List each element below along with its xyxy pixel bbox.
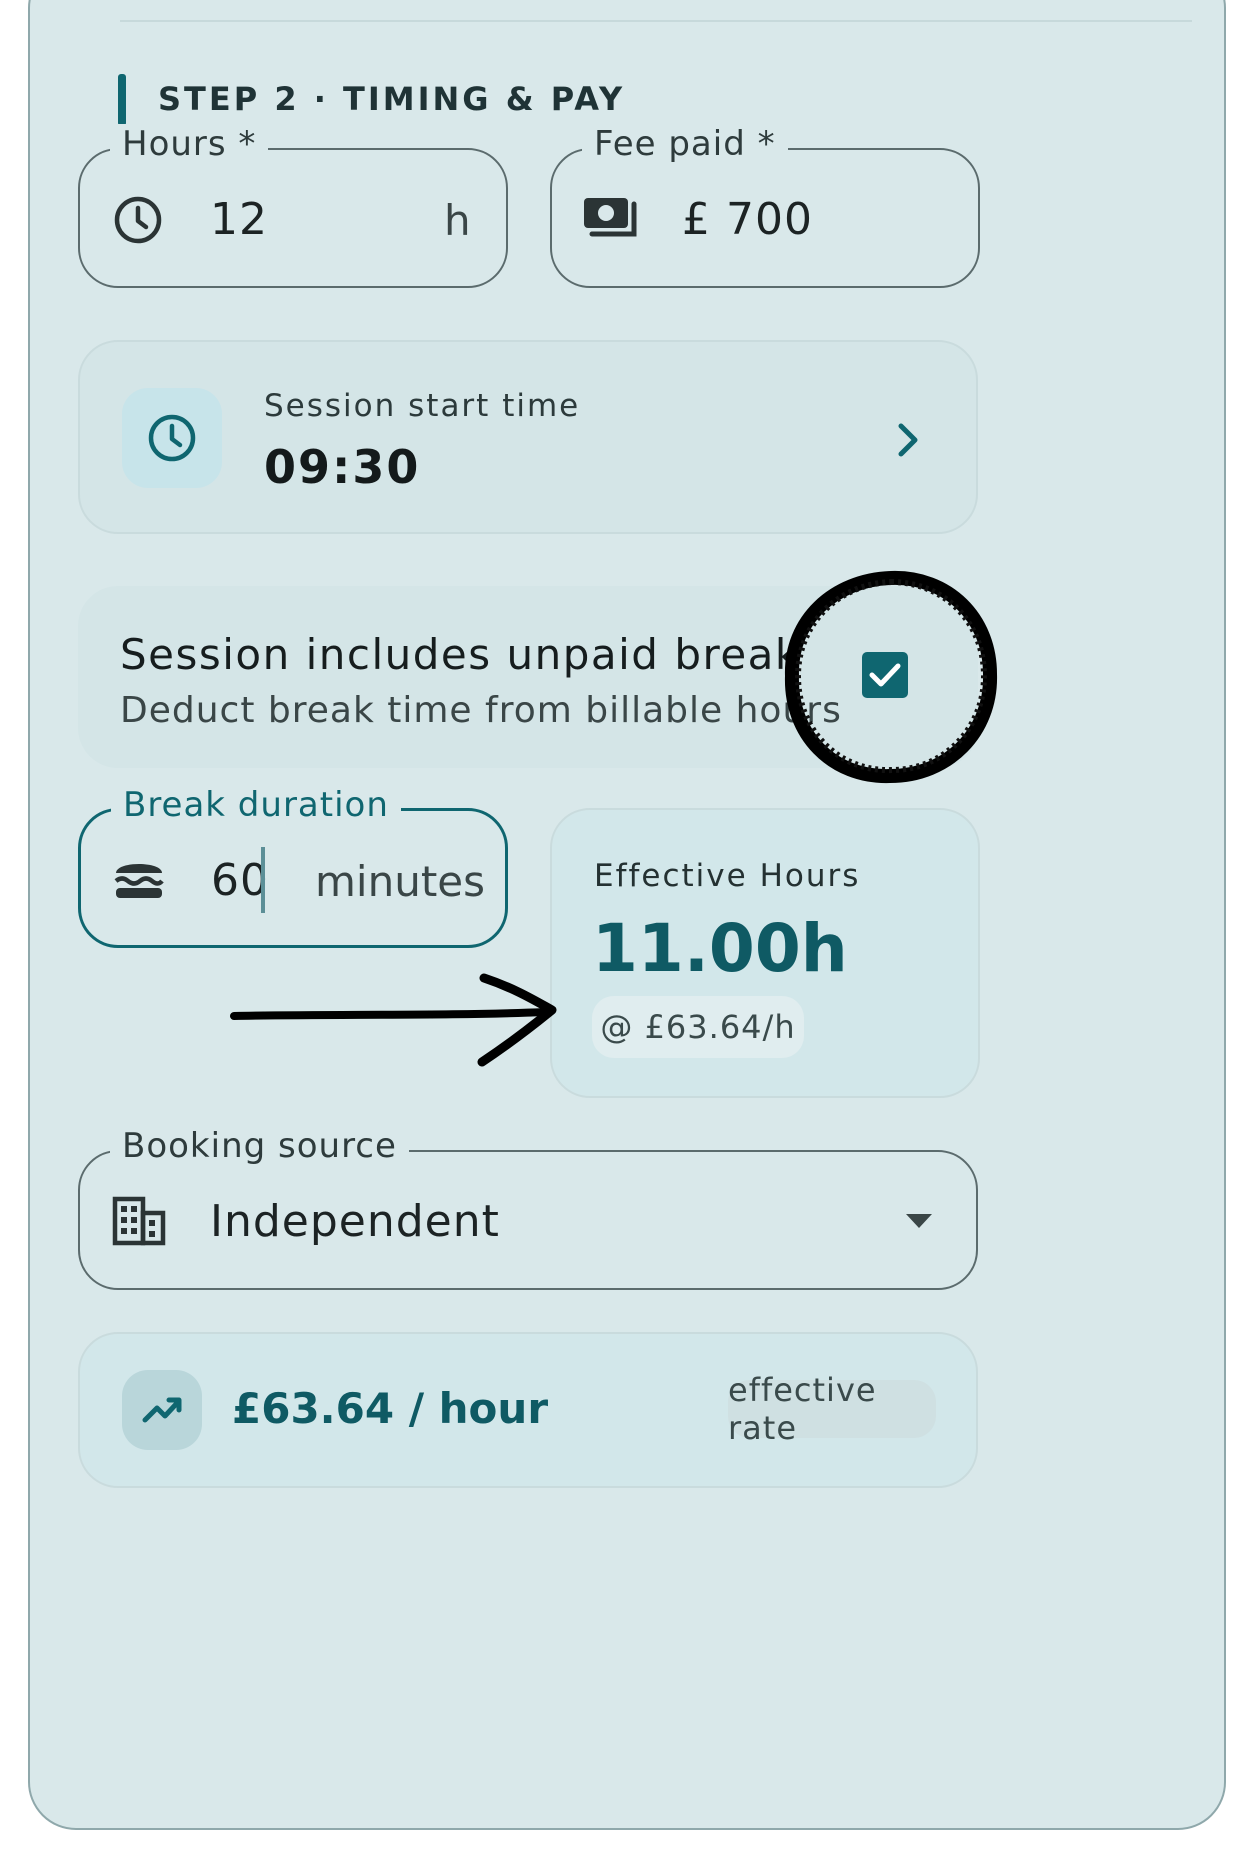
session-start-label: Session start time [264,388,581,424]
break-duration-label: Break duration [111,785,401,825]
text-cursor [261,847,265,913]
session-start-row[interactable]: Session start time 09:30 [78,340,978,534]
hours-label: Hours * [110,124,269,164]
break-duration-suffix: minutes [315,857,486,906]
booking-source-select[interactable]: Booking source Independent [78,1126,978,1290]
rate-summary-chip: effective rate [728,1371,936,1447]
rate-icon-tile [122,1370,202,1450]
divider [120,20,1192,22]
hours-input[interactable]: 12 [210,194,268,245]
booking-source-value: Independent [210,1196,500,1247]
rate-summary-value: £63.64 / hour [232,1384,549,1433]
session-start-value: 09:30 [264,440,421,494]
clock-icon [146,412,198,468]
effective-rate-chip: @ £63.64/h [592,996,804,1058]
step-title: STEP 2 · TIMING & PAY [158,80,626,118]
fee-input[interactable]: £ 700 [682,194,813,245]
money-icon [582,196,640,246]
form-card: STEP 2 · TIMING & PAY Hours * 12 h Fee p… [28,0,1226,1830]
clock-icon [112,194,164,250]
unpaid-break-title: Session includes unpaid break [120,630,801,679]
hours-field[interactable]: Hours * 12 h [78,124,508,288]
trending-up-icon [142,1392,182,1430]
unpaid-break-subtitle: Deduct break time from billable hours [120,690,842,731]
building-icon [112,1196,166,1250]
session-start-icon-tile [122,388,222,488]
booking-source-label: Booking source [110,1126,409,1166]
effective-hours-panel: Effective Hours 11.00h @ £63.64/h [550,808,980,1098]
effective-hours-value: 11.00h [592,910,848,987]
fee-field[interactable]: Fee paid * £ 700 [550,124,980,288]
checkmark-icon [868,660,902,694]
hours-suffix: h [444,196,471,245]
effective-hours-label: Effective Hours [594,858,861,894]
step-accent-bar [118,74,126,126]
annotation-arrow [224,970,564,1074]
break-duration-field[interactable]: Break duration 60 minutes [78,785,508,948]
burger-icon [113,857,165,907]
unpaid-break-checkbox[interactable] [862,652,908,698]
caret-down-icon[interactable] [904,1212,934,1234]
rate-summary-panel: £63.64 / hour effective rate [78,1332,978,1488]
chevron-right-icon [894,420,922,464]
fee-label: Fee paid * [582,124,788,164]
